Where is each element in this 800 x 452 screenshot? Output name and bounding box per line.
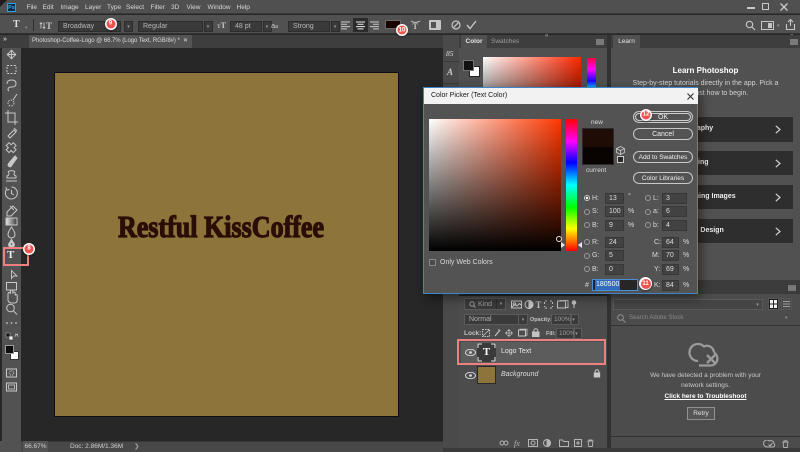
svg-text:fx: fx [514,439,520,448]
svg-text:T: T [413,22,419,31]
svg-text:T: T [46,21,52,31]
svg-text:T: T [536,300,542,309]
